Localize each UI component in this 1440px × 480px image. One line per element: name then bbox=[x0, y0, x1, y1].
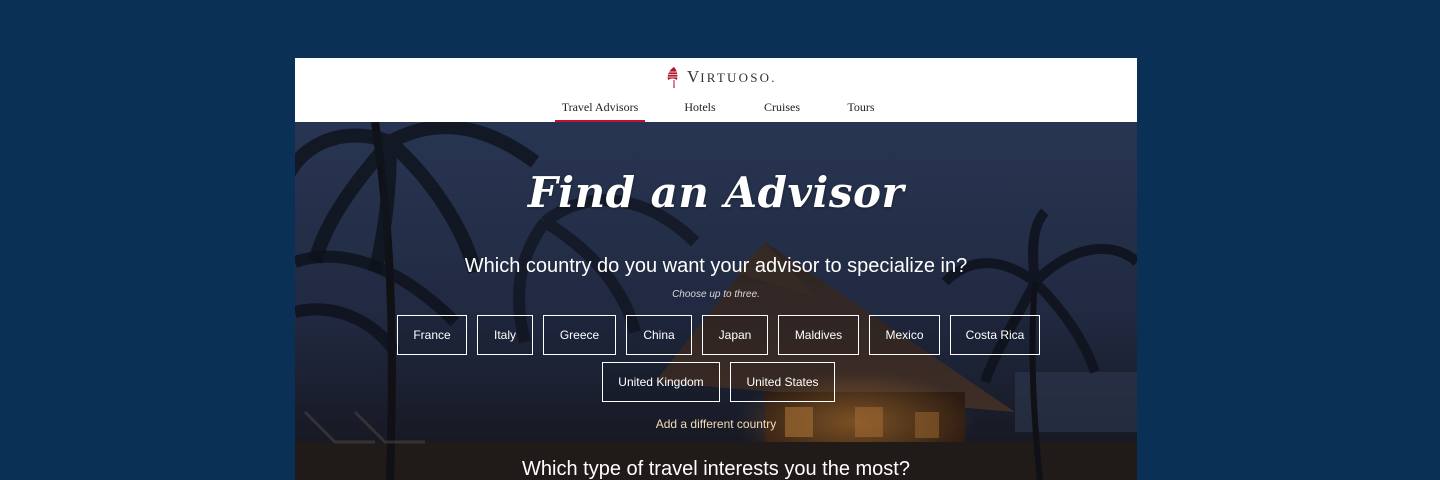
virtuoso-sail-icon bbox=[667, 67, 679, 88]
nav-item-tours[interactable]: Tours bbox=[841, 95, 881, 122]
country-option-france[interactable]: France bbox=[397, 315, 467, 355]
virtuoso-wordmark: VIRTUOSO. bbox=[687, 67, 777, 86]
nav-item-travel-advisors[interactable]: Travel Advisors bbox=[555, 95, 645, 122]
site-window: VIRTUOSO. Travel Advisors Hotels Cruises… bbox=[295, 58, 1137, 480]
country-question: Which country do you want your advisor t… bbox=[464, 255, 968, 277]
travel-interest-question: Which type of travel interests you the m… bbox=[522, 458, 910, 480]
country-option-china[interactable]: China bbox=[626, 315, 692, 355]
country-option-japan[interactable]: Japan bbox=[702, 315, 768, 355]
virtuoso-logo[interactable]: VIRTUOSO. bbox=[665, 66, 777, 88]
nav-item-hotels[interactable]: Hotels bbox=[675, 95, 725, 122]
country-option-costa-rica[interactable]: Costa Rica bbox=[950, 315, 1040, 355]
hero-section: Find an Advisor Which country do you wan… bbox=[295, 122, 1137, 480]
country-option-united-states[interactable]: United States bbox=[730, 362, 835, 402]
country-option-maldives[interactable]: Maldives bbox=[778, 315, 859, 355]
site-header: VIRTUOSO. Travel Advisors Hotels Cruises… bbox=[295, 58, 1137, 122]
main-nav: Travel Advisors Hotels Cruises Tours bbox=[295, 95, 1137, 122]
country-option-united-kingdom[interactable]: United Kingdom bbox=[602, 362, 720, 402]
choose-up-to-three-hint: Choose up to three. bbox=[672, 289, 760, 300]
nav-item-cruises[interactable]: Cruises bbox=[755, 95, 809, 122]
country-option-mexico[interactable]: Mexico bbox=[869, 315, 940, 355]
country-option-greece[interactable]: Greece bbox=[543, 315, 616, 355]
page-title: Find an Advisor bbox=[527, 168, 905, 217]
advisor-finder-form: Find an Advisor Which country do you wan… bbox=[295, 122, 1137, 480]
add-different-country-link[interactable]: Add a different country bbox=[295, 417, 1137, 431]
country-option-italy[interactable]: Italy bbox=[477, 315, 533, 355]
